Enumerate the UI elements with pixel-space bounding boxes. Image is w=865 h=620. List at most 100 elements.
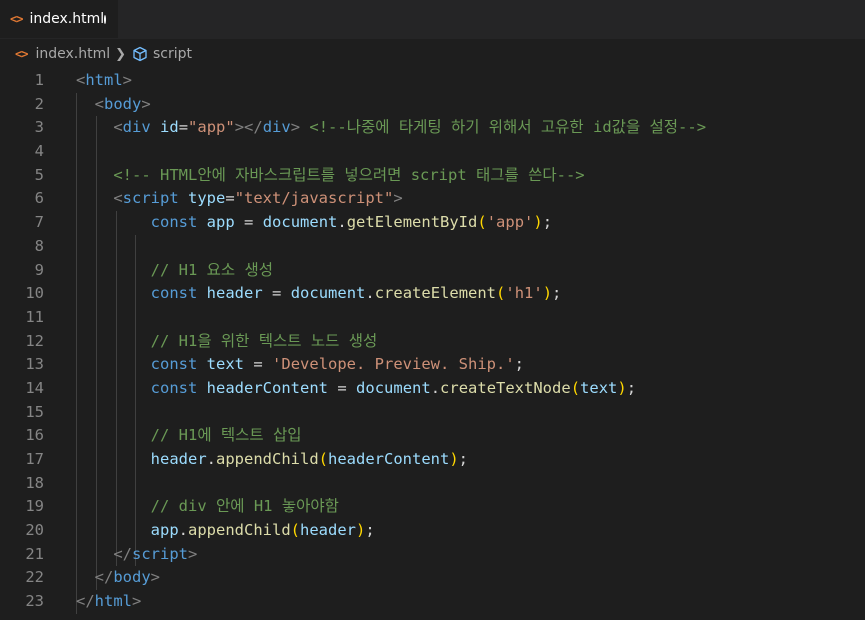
line-number: 19 (25, 497, 44, 516)
line-number: 14 (25, 378, 44, 397)
cube-symbol-icon (132, 46, 148, 62)
code-line: 14 const headerContent = document.create… (0, 377, 865, 401)
code-line: 8 (0, 235, 865, 259)
code-line: 7 const app = document.getElementById('a… (0, 211, 865, 235)
line-number: 16 (25, 426, 44, 445)
code-line: 22 </body> (0, 566, 865, 590)
code-line: 20 app.appendChild(header); (0, 519, 865, 543)
line-number: 3 (34, 118, 44, 137)
line-number: 5 (34, 165, 44, 184)
code-line: 12 // H1을 위한 텍스트 노드 생성 (0, 330, 865, 354)
code-line: 17 header.appendChild(headerContent); (0, 448, 865, 472)
line-number: 6 (34, 189, 44, 208)
keyword: const (150, 378, 198, 397)
keyword: const (150, 355, 198, 374)
function-name: createElement (374, 284, 497, 303)
function-name: createTextNode (440, 378, 571, 397)
tag-name: div (122, 118, 151, 137)
line-number: 9 (34, 260, 44, 279)
line-number: 21 (25, 544, 44, 563)
line-number: 4 (34, 142, 44, 161)
function-name: getElementById (346, 213, 478, 232)
string-literal: 'app' (486, 213, 534, 232)
breadcrumb-symbol[interactable]: script (153, 46, 192, 62)
line-number: 15 (25, 402, 44, 421)
line-number: 22 (25, 568, 44, 587)
tab-index-html[interactable]: <> index.html (0, 0, 118, 38)
string-literal: 'h1' (505, 284, 543, 303)
tag-name: html (85, 71, 123, 89)
attribute-value: "app" (188, 118, 235, 137)
code-comment: <!--나중에 타게팅 하기 위해서 고유한 id값을 설정--> (309, 118, 707, 137)
line-number: 23 (25, 592, 44, 611)
breadcrumb-file[interactable]: index.html (35, 46, 110, 62)
variable: document (262, 213, 338, 232)
attribute-name: id (160, 118, 179, 137)
html-file-icon: <> (15, 47, 28, 61)
code-line: 10 const header = document.createElement… (0, 282, 865, 306)
line-number: 8 (34, 236, 44, 255)
tab-filename: index.html (29, 11, 105, 27)
string-literal: 'Develope. Preview. Ship.' (272, 355, 515, 374)
tag-name: html (94, 592, 132, 611)
tag-name: script (122, 189, 179, 208)
code-comment: // div 안에 H1 놓아야함 (150, 497, 339, 516)
variable: document (290, 284, 366, 303)
line-number: 20 (25, 521, 44, 540)
variable: app (150, 521, 179, 540)
chevron-right-icon: ❯ (115, 46, 127, 62)
line-number: 10 (25, 284, 44, 303)
code-line: 18 (0, 472, 865, 496)
line-number: 18 (25, 473, 44, 492)
keyword: const (150, 284, 198, 303)
tag-name: body (104, 94, 142, 113)
tag-name: script (132, 544, 188, 563)
line-number: 2 (34, 94, 44, 113)
code-line: 16 // H1에 텍스트 삽입 (0, 424, 865, 448)
variable: app (206, 213, 235, 232)
code-comment: // H1에 텍스트 삽입 (150, 426, 302, 445)
line-number: 17 (25, 450, 44, 468)
code-line: 21 </script> (0, 543, 865, 567)
code-line: 6 <script type="text/javascript"> (0, 187, 865, 211)
code-line: 23 </html> (0, 590, 865, 614)
variable: header (150, 450, 207, 468)
breadcrumb: <> index.html ❯ script (0, 39, 865, 69)
attribute-name: type (188, 189, 226, 208)
tab-bar: <> index.html (0, 0, 865, 39)
tag-name: body (113, 568, 151, 587)
code-line: 11 (0, 306, 865, 330)
tag-name: div (262, 118, 291, 137)
line-number: 1 (34, 71, 44, 89)
function-name: appendChild (216, 450, 319, 468)
line-number: 11 (25, 307, 44, 326)
variable: document (356, 378, 431, 397)
keyword: const (150, 213, 198, 232)
code-line: 19 // div 안에 H1 놓아야함 (0, 495, 865, 519)
variable: headerContent (206, 378, 328, 397)
variable: text (206, 355, 244, 374)
code-comment: <!-- HTML안에 자바스크립트를 넣으려면 script 태그를 쓴다--… (113, 165, 585, 184)
code-line: 9 // H1 요소 생성 (0, 259, 865, 283)
code-line: 15 (0, 401, 865, 425)
html-file-icon: <> (10, 12, 23, 26)
code-line: 13 const text = 'Develope. Preview. Ship… (0, 353, 865, 377)
code-line: 2 <body> (0, 93, 865, 117)
line-number: 12 (25, 331, 44, 350)
code-line: 1 <html> (0, 69, 865, 93)
code-editor[interactable]: 1 <html> 2 <body> 3 <div id="app"></div>… (0, 69, 865, 614)
function-name: appendChild (188, 521, 291, 540)
code-line: 5 <!-- HTML안에 자바스크립트를 넣으려면 script 태그를 쓴다… (0, 164, 865, 188)
variable: header (206, 284, 263, 303)
code-line: 4 (0, 140, 865, 164)
code-comment: // H1을 위한 텍스트 노드 생성 (150, 331, 378, 350)
code-line: 3 <div id="app"></div> <!--나중에 타게팅 하기 위해… (0, 116, 865, 140)
code-comment: // H1 요소 생성 (150, 260, 274, 279)
line-number: 7 (34, 213, 44, 232)
attribute-value: "text/javascript" (234, 189, 394, 208)
variable: header (300, 521, 356, 540)
variable: headerContent (328, 450, 450, 468)
line-number: 13 (25, 355, 44, 374)
unsaved-dot-icon[interactable] (104, 14, 106, 24)
variable: text (580, 378, 618, 397)
